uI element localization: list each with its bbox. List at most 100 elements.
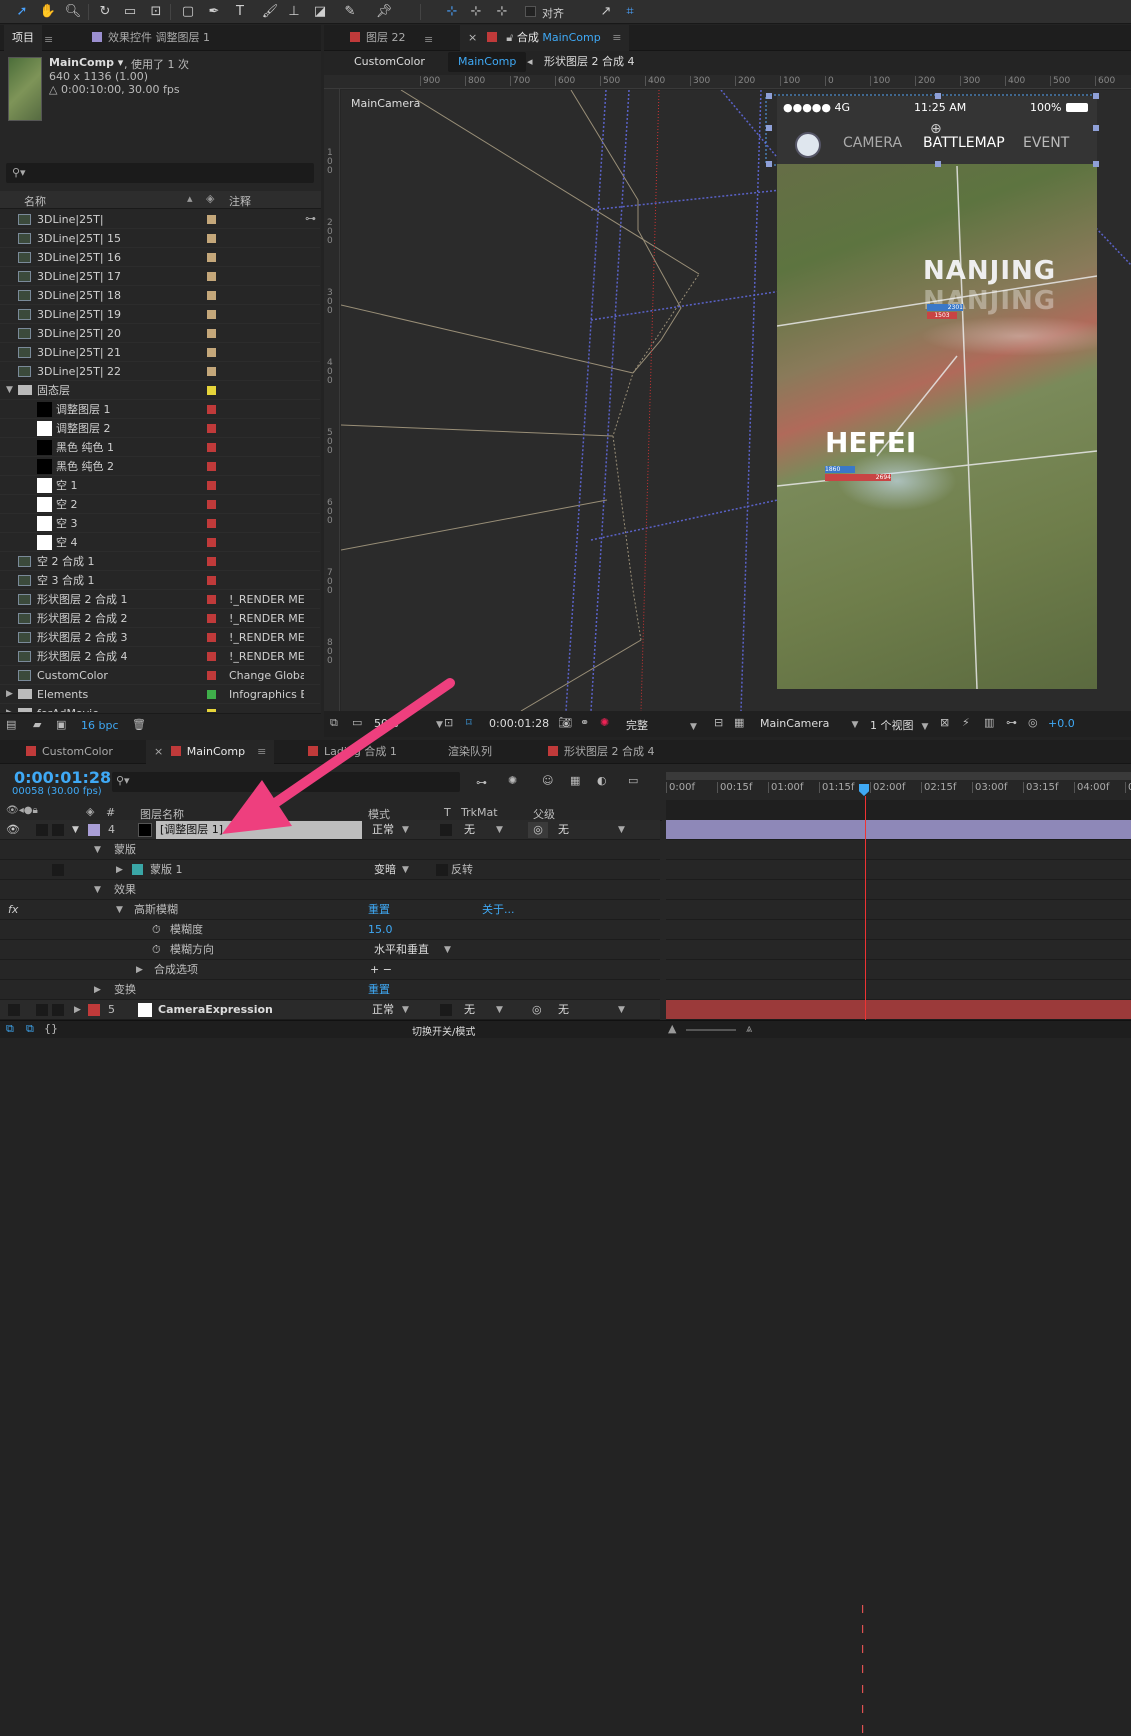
modes-icon[interactable]: ⧉ <box>26 1022 34 1036</box>
gaussian-blur-row[interactable]: fx ▼ 高斯模糊 重置 关于... <box>0 900 660 920</box>
comp-name[interactable]: MainComp ▾ <box>49 56 123 69</box>
new-comp-icon[interactable]: ▣ <box>56 718 66 731</box>
region-of-interest-icon[interactable]: ⊟ <box>714 716 723 729</box>
expand-arrow-icon[interactable]: ▼ <box>72 820 79 840</box>
col-number[interactable]: # <box>106 806 115 819</box>
label-color-swatch[interactable] <box>207 500 216 509</box>
interpret-footage-icon[interactable]: ▤ <box>6 718 16 731</box>
stopwatch-icon[interactable]: ⏱︎ <box>152 940 161 960</box>
preserve-transparency-toggle[interactable] <box>440 1004 452 1016</box>
tab-effect-controls[interactable]: 效果控件 调整图层 1 <box>84 25 218 51</box>
tab-maincomp[interactable]: × MainComp ≡ <box>146 740 275 764</box>
project-item[interactable]: 3DLine|25T| 18 <box>0 286 320 305</box>
project-item[interactable]: 3DLine|25T| 22 <box>0 362 320 381</box>
visibility-toggle[interactable] <box>8 1004 20 1016</box>
label-color-swatch[interactable] <box>207 595 216 604</box>
reset-effect-link[interactable]: 重置 <box>368 900 390 920</box>
rectangle-tool-icon[interactable]: ▢ <box>178 2 198 22</box>
pen-tool-icon[interactable]: ✒ <box>204 2 224 22</box>
label-color-swatch[interactable] <box>207 386 216 395</box>
label-color-swatch[interactable] <box>207 576 216 585</box>
panel-menu-icon[interactable]: ≡ <box>44 33 53 46</box>
local-axis-icon[interactable]: ⊹ <box>442 2 462 22</box>
label-color-swatch[interactable] <box>207 633 216 642</box>
project-item[interactable]: 形状图层 2 合成 4 !_RENDER ME_ <box>0 647 320 666</box>
current-time-indicator[interactable] <box>865 796 866 1020</box>
project-item[interactable]: 3DLine|25T| 17 <box>0 267 320 286</box>
effects-group-row[interactable]: ▼ 效果 <box>0 880 660 900</box>
project-item[interactable]: 黑色 纯色 2 <box>0 457 320 476</box>
graph-editor-icon[interactable]: ▭ <box>628 774 638 787</box>
snapshot-icon[interactable]: 📷︎ <box>558 716 572 729</box>
time-ruler[interactable]: 0:00f 00:15f 01:00f 01:15f 02:00f 02:15f 03:00… <box>662 768 1131 821</box>
expand-arrow-icon[interactable]: ▶ <box>116 860 123 880</box>
label-color-swatch[interactable] <box>207 671 216 680</box>
label-color-swatch[interactable] <box>207 291 216 300</box>
world-axis-icon[interactable]: ⊹ <box>466 2 486 22</box>
clone-stamp-tool-icon[interactable]: ⊥ <box>284 2 304 22</box>
project-item[interactable]: CustomColor Change Globa <box>0 666 320 685</box>
label-tag-icon[interactable]: ◈ <box>206 192 214 205</box>
label-color-swatch[interactable] <box>207 443 216 452</box>
label-color-swatch[interactable] <box>207 367 216 376</box>
layer-row-5[interactable]: ▶ 5 CameraExpression 正常 ▼ 无 ▼ ◎ 无 ▼ <box>0 1000 660 1020</box>
camera-tool-icon[interactable]: ▭ <box>120 2 140 22</box>
about-effect-link[interactable]: 关于... <box>482 900 515 920</box>
col-comment[interactable]: 注释 <box>229 193 251 209</box>
transform-handle[interactable] <box>1093 125 1099 131</box>
project-item[interactable]: 3DLine|25T| 19 <box>0 305 320 324</box>
expand-arrow-icon[interactable]: ▶ <box>74 1000 81 1020</box>
breadcrumb-maincomp[interactable]: MainComp <box>448 52 527 72</box>
zoom-in-icon[interactable]: ⩓ <box>746 1022 752 1036</box>
transparency-grid-icon[interactable]: ▦ <box>734 716 744 729</box>
project-item[interactable]: 3DLine|25T| 16 <box>0 248 320 267</box>
label-color-swatch[interactable] <box>88 824 100 836</box>
fast-preview-icon[interactable]: ⚡︎ <box>962 716 970 729</box>
show-snapshot-icon[interactable]: ⚭ <box>580 716 589 729</box>
project-item[interactable]: 3DLine|25T| <box>0 210 320 229</box>
switches-icon[interactable]: ⧉ <box>6 1022 14 1036</box>
layer-name[interactable]: CameraExpression <box>158 1000 273 1020</box>
transform-handle[interactable] <box>935 161 941 167</box>
flowchart-icon[interactable]: ⊶ <box>305 212 316 225</box>
hand-tool-icon[interactable]: ✋ <box>38 2 58 22</box>
mask-color-swatch[interactable] <box>132 864 143 875</box>
project-item[interactable]: 形状图层 2 合成 2 !_RENDER ME_ <box>0 609 320 628</box>
zoom-slider[interactable] <box>686 1029 736 1031</box>
layer-name-field[interactable]: [调整图层 1] <box>156 821 362 839</box>
solo-toggle[interactable] <box>36 1004 48 1016</box>
project-item[interactable]: ▼ 固态层 <box>0 381 320 400</box>
close-icon[interactable]: × <box>154 745 163 758</box>
comp-mini-flowchart-icon[interactable]: ⊶ <box>476 776 487 789</box>
transform-handle[interactable] <box>766 125 772 131</box>
tab-lading-comp[interactable]: Lading 合成 1 <box>300 740 405 764</box>
roto-brush-tool-icon[interactable]: ✎ <box>340 2 360 22</box>
current-time-display[interactable]: 0:00:01:28 <box>489 717 549 730</box>
compositing-options-row[interactable]: ▶ 合成选项 + − <box>0 960 660 980</box>
project-item[interactable]: ▶ Elements Infographics E <box>0 685 320 704</box>
label-color-swatch[interactable] <box>207 709 216 712</box>
snap-checkbox[interactable] <box>525 6 536 17</box>
label-color-swatch[interactable] <box>207 215 216 224</box>
timeline-icon[interactable]: ▥ <box>984 716 994 729</box>
view-layout-dropdown[interactable]: 1 个视图 ▼ <box>870 717 928 733</box>
stopwatch-icon[interactable]: ⏱︎ <box>152 920 161 940</box>
label-color-swatch[interactable] <box>207 253 216 262</box>
in-out-icon[interactable]: {} <box>44 1022 58 1035</box>
label-color-swatch[interactable] <box>207 329 216 338</box>
project-item[interactable]: 3DLine|25T| 15 <box>0 229 320 248</box>
project-item[interactable]: 空 2 合成 1 <box>0 552 320 571</box>
timeline-search-input[interactable]: ⚲▾ <box>112 772 460 792</box>
label-color-swatch[interactable] <box>207 538 216 547</box>
col-trkmat[interactable]: TrkMat <box>461 806 498 819</box>
label-color-swatch[interactable] <box>207 519 216 528</box>
panel-menu-icon[interactable]: ≡ <box>612 31 621 44</box>
playhead-icon[interactable] <box>859 784 869 796</box>
blur-dimensions-row[interactable]: ⏱︎ 模糊方向 水平和垂直 ▼ <box>0 940 660 960</box>
project-item[interactable]: 空 3 <box>0 514 320 533</box>
close-icon[interactable]: × <box>468 31 477 44</box>
label-color-swatch[interactable] <box>207 348 216 357</box>
sort-up-icon[interactable]: ▴ <box>187 192 193 205</box>
visibility-eye-icon[interactable]: 👁︎ <box>6 820 20 840</box>
label-color-swatch[interactable] <box>207 405 216 414</box>
